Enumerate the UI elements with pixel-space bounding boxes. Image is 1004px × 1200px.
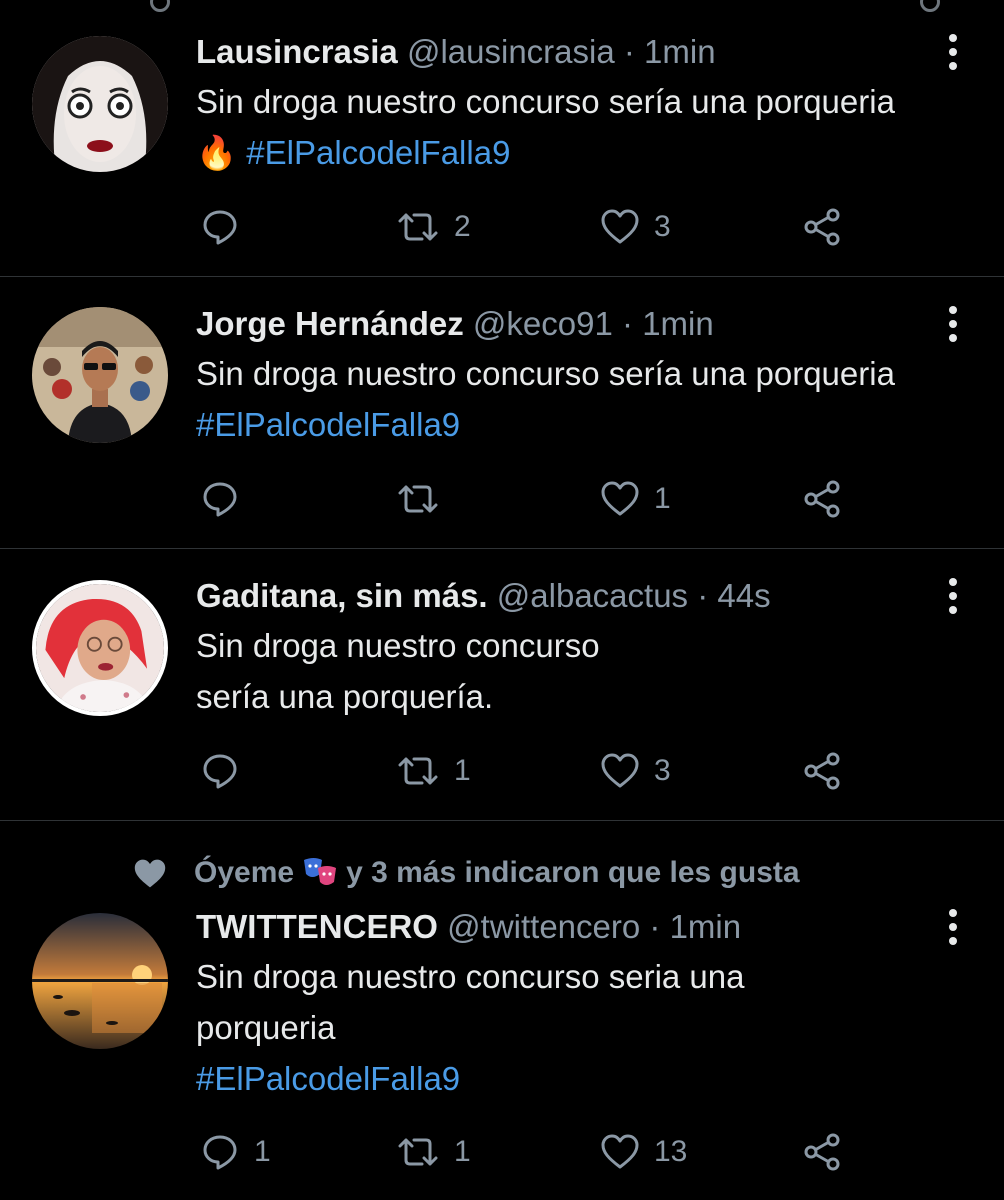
fire-emoji: 🔥: [196, 134, 238, 171]
retweet-icon: [398, 757, 438, 785]
more-options-icon[interactable]: [942, 32, 964, 72]
display-name[interactable]: TWITTENCERO: [196, 908, 438, 945]
tweet-header: Lausincrasia @lausincrasia · 1min: [196, 32, 944, 72]
hashtag-link[interactable]: #ElPalcodelFalla9: [246, 134, 510, 171]
reply-button[interactable]: [200, 747, 254, 795]
like-button[interactable]: 3: [600, 203, 671, 251]
tweet-header: TWITTENCERO @twittencero · 1min: [196, 907, 944, 947]
retweet-count: 1: [454, 1135, 471, 1168]
timestamp[interactable]: 1min: [670, 908, 742, 945]
tweet-text-line: porqueria: [196, 1009, 336, 1046]
tweet-3[interactable]: Gaditana, sin más. @albacactus · 44s Sin…: [0, 549, 1004, 821]
social-context[interactable]: Óyeme y 3 más indicaron que les gusta: [132, 853, 800, 893]
tweet-text-line: Sin droga nuestro concurso seria una: [196, 958, 745, 995]
share-button[interactable]: [802, 1128, 842, 1176]
tweet-1[interactable]: Lausincrasia @lausincrasia · 1min Sin dr…: [0, 14, 1004, 277]
hashtag-link[interactable]: #ElPalcodelFalla9: [196, 1053, 896, 1104]
retweet-button[interactable]: 1: [396, 1128, 471, 1176]
more-options-icon[interactable]: [942, 304, 964, 344]
retweet-count: 1: [454, 754, 471, 787]
timestamp[interactable]: 1min: [644, 33, 716, 70]
tweet-actions: 1 1 13: [196, 1128, 876, 1176]
tweet-text-content: Sin droga nuestro concurso sería una por…: [196, 355, 895, 392]
separator: ·: [649, 908, 661, 945]
display-name[interactable]: Lausincrasia: [196, 33, 398, 70]
reply-icon: [203, 1135, 237, 1170]
retweet-icon: [398, 1138, 438, 1166]
tweet-text: Sin droga nuestro concurso seria una por…: [196, 951, 896, 1104]
social-context-name[interactable]: Óyeme: [194, 856, 294, 890]
reply-button[interactable]: [200, 203, 254, 251]
more-options-icon[interactable]: [942, 576, 964, 616]
retweet-button[interactable]: 2: [396, 203, 471, 251]
like-count: 13: [654, 1135, 688, 1168]
share-icon: [804, 1133, 840, 1171]
handle[interactable]: @lausincrasia: [407, 33, 615, 70]
heart-icon: [601, 753, 639, 788]
heart-icon: [601, 209, 639, 244]
share-button[interactable]: [802, 475, 842, 523]
hashtag-link[interactable]: #ElPalcodelFalla9: [196, 406, 460, 443]
tweet-header: Jorge Hernández @keco91 · 1min: [196, 304, 944, 344]
tweet-text-content: Sin droga nuestro concurso sería una por…: [196, 83, 895, 120]
like-button[interactable]: 1: [600, 475, 671, 523]
tweet-actions: 2 3: [196, 203, 876, 251]
heart-icon: [134, 859, 166, 888]
timestamp[interactable]: 1min: [642, 305, 714, 342]
retweet-icon: [398, 485, 438, 513]
handle[interactable]: @albacactus: [497, 577, 688, 614]
like-button[interactable]: 13: [600, 1128, 687, 1176]
like-button[interactable]: 3: [600, 747, 671, 795]
display-name[interactable]: Gaditana, sin más.: [196, 577, 488, 614]
share-icon: [804, 208, 840, 246]
more-options-icon[interactable]: [942, 907, 964, 947]
tweet-text-line: sería una porquería.: [196, 678, 494, 715]
tweet-4[interactable]: Óyeme y 3 más indicaron que les gusta TW…: [0, 821, 1004, 1200]
reply-count: 1: [254, 1135, 271, 1168]
heart-icon: [601, 481, 639, 516]
like-count: 3: [654, 210, 671, 243]
share-icon: [804, 480, 840, 518]
theater-masks-icon: [304, 858, 337, 885]
tweet-header: Gaditana, sin más. @albacactus · 44s: [196, 576, 944, 616]
avatar[interactable]: [32, 36, 168, 172]
tweet-2[interactable]: Jorge Hernández @keco91 · 1min Sin droga…: [0, 277, 1004, 549]
avatar[interactable]: [32, 580, 168, 716]
display-name[interactable]: Jorge Hernández: [196, 305, 464, 342]
avatar[interactable]: [32, 913, 168, 1049]
reply-icon: [203, 210, 237, 245]
retweet-button[interactable]: 1: [396, 747, 471, 795]
tweet-actions: 1 3: [196, 747, 876, 795]
social-context-text: y 3 más indicaron que les gusta: [346, 856, 800, 889]
retweet-icon: [398, 213, 438, 241]
tweet-actions: 1: [196, 475, 876, 523]
tweet-text-line: Sin droga nuestro concurso: [196, 627, 600, 664]
reply-button[interactable]: [200, 475, 254, 523]
reply-icon: [203, 482, 237, 517]
separator: ·: [697, 577, 709, 614]
tweet-text: Sin droga nuestro concurso sería una por…: [196, 620, 896, 722]
tweet-text: Sin droga nuestro concurso sería una por…: [196, 348, 896, 450]
retweet-button[interactable]: [396, 475, 454, 523]
share-button[interactable]: [802, 203, 842, 251]
timestamp[interactable]: 44s: [717, 577, 770, 614]
reply-icon: [203, 754, 237, 789]
share-button[interactable]: [802, 747, 842, 795]
reply-button[interactable]: 1: [200, 1128, 271, 1176]
handle[interactable]: @twittencero: [447, 908, 640, 945]
separator: ·: [623, 33, 635, 70]
heart-icon: [601, 1134, 639, 1169]
handle[interactable]: @keco91: [473, 305, 613, 342]
previous-tweet-edge: [0, 0, 1004, 14]
retweet-count: 2: [454, 210, 471, 243]
like-count: 3: [654, 754, 671, 787]
separator: ·: [622, 305, 634, 342]
share-icon: [804, 752, 840, 790]
like-count: 1: [654, 482, 671, 515]
avatar[interactable]: [32, 307, 168, 443]
tweet-text: Sin droga nuestro concurso sería una por…: [196, 76, 896, 178]
